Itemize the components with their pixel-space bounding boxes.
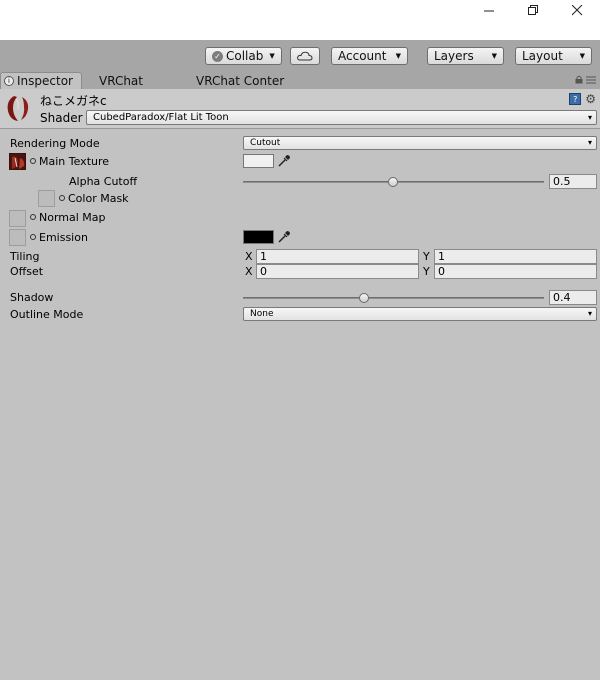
tiling-x-field[interactable]: 1 xyxy=(256,249,419,264)
shader-dropdown[interactable]: CubedParadox/Flat Lit Toon ▾ xyxy=(86,110,597,125)
info-icon: i xyxy=(4,76,14,86)
close-icon[interactable] xyxy=(554,0,600,20)
offset-label: Offset xyxy=(10,265,44,278)
main-color-swatch[interactable] xyxy=(243,154,274,168)
alpha-cutoff-slider-thumb[interactable] xyxy=(388,177,398,187)
alpha-cutoff-label: Alpha Cutoff xyxy=(69,175,138,188)
emission-slot[interactable] xyxy=(9,229,26,246)
minimize-icon[interactable] xyxy=(466,0,512,20)
property-dot-icon xyxy=(30,234,36,240)
property-dot-icon xyxy=(30,214,36,220)
collab-label: Collab xyxy=(226,49,264,63)
help-book-icon[interactable]: ? xyxy=(569,93,582,105)
tiling-y-field[interactable]: 1 xyxy=(434,249,597,264)
rendering-mode-value: Cutout xyxy=(250,138,281,148)
menu-icon[interactable] xyxy=(586,76,596,84)
layout-label: Layout xyxy=(522,49,563,63)
shadow-field[interactable]: 0.4 xyxy=(549,290,597,305)
material-preview-icon xyxy=(4,93,32,123)
offset-x-field[interactable]: 0 xyxy=(256,264,419,279)
eyedropper-icon[interactable] xyxy=(277,230,291,244)
window-title-bar xyxy=(0,0,600,40)
chevron-down-icon: ▼ xyxy=(491,52,497,60)
chevron-down-icon: ▾ xyxy=(587,309,592,318)
cloud-button[interactable] xyxy=(290,47,320,65)
shadow-slider-track[interactable] xyxy=(243,297,544,299)
shader-value: CubedParadox/Flat Lit Toon xyxy=(93,112,229,123)
normal-map-slot[interactable] xyxy=(9,210,26,227)
color-mask-label: Color Mask xyxy=(68,192,129,205)
restore-icon[interactable] xyxy=(510,0,556,20)
tab-inspector[interactable]: i Inspector xyxy=(0,72,82,89)
emission-color-swatch[interactable] xyxy=(243,230,274,244)
tab-vrchat[interactable]: VRChat xyxy=(99,72,143,89)
tab-vrchat-conter[interactable]: VRChat Conter xyxy=(196,72,284,89)
material-name: ねこメガネc xyxy=(40,94,107,108)
chevron-down-icon: ▼ xyxy=(579,52,585,60)
offset-y-axis-label: Y xyxy=(423,265,430,278)
main-texture-label-row: Main Texture xyxy=(30,155,109,168)
tab-tools xyxy=(575,75,596,84)
tiling-label: Tiling xyxy=(10,250,40,263)
layers-label: Layers xyxy=(434,49,474,63)
rendering-mode-label: Rendering Mode xyxy=(10,137,100,150)
layout-dropdown[interactable]: Layout ▼ xyxy=(515,47,592,65)
chevron-down-icon: ▼ xyxy=(395,52,401,60)
shadow-label: Shadow xyxy=(10,291,54,304)
alpha-cutoff-field[interactable]: 0.5 xyxy=(549,174,597,189)
property-dot-icon xyxy=(59,195,65,201)
outline-mode-dropdown[interactable]: None ▾ xyxy=(243,307,597,321)
color-mask-label-row: Color Mask xyxy=(59,192,129,205)
checkmark-icon: ✓ xyxy=(212,50,223,62)
normal-map-label-row: Normal Map xyxy=(30,211,106,224)
tab-label: VRChat Conter xyxy=(196,73,285,88)
color-mask-slot[interactable] xyxy=(38,190,55,207)
eyedropper-icon[interactable] xyxy=(277,154,291,168)
emission-label: Emission xyxy=(39,231,88,244)
lock-icon[interactable] xyxy=(575,75,583,84)
account-label: Account xyxy=(338,49,387,63)
main-texture-slot[interactable] xyxy=(9,153,26,170)
material-header: ねこメガネc Shader CubedParadox/Flat Lit Toon… xyxy=(0,89,600,129)
toolbar: ✓ Collab ▼ Account ▼ Layers ▼ Layout ▼ xyxy=(0,40,600,72)
shader-label: Shader xyxy=(40,111,83,125)
collab-button[interactable]: ✓ Collab ▼ xyxy=(205,47,282,65)
chevron-down-icon: ▾ xyxy=(587,113,592,122)
outline-mode-value: None xyxy=(250,309,274,319)
layers-dropdown[interactable]: Layers ▼ xyxy=(427,47,504,65)
emission-label-row: Emission xyxy=(30,231,88,244)
texture-thumbnail-icon xyxy=(10,154,25,169)
gear-icon[interactable]: ⚙ xyxy=(585,93,596,105)
tiling-y-axis-label: Y xyxy=(423,250,430,263)
property-dot-icon xyxy=(30,158,36,164)
account-dropdown[interactable]: Account ▼ xyxy=(331,47,408,65)
offset-x-axis-label: X xyxy=(245,265,253,278)
tab-label: VRChat xyxy=(99,73,143,88)
shadow-slider-thumb[interactable] xyxy=(359,293,369,303)
main-texture-label: Main Texture xyxy=(39,155,110,168)
rendering-mode-dropdown[interactable]: Cutout ▾ xyxy=(243,136,597,150)
chevron-down-icon: ▼ xyxy=(269,52,275,60)
normal-map-label: Normal Map xyxy=(39,211,106,224)
outline-mode-label: Outline Mode xyxy=(10,308,84,321)
tab-bar: i Inspector VRChat VRChat Conter xyxy=(0,72,600,89)
cloud-icon xyxy=(297,51,313,61)
offset-y-field[interactable]: 0 xyxy=(434,264,597,279)
chevron-down-icon: ▾ xyxy=(587,138,592,147)
header-icons: ? ⚙ xyxy=(569,93,596,105)
tiling-x-axis-label: X xyxy=(245,250,253,263)
tab-label: Inspector xyxy=(17,74,73,88)
